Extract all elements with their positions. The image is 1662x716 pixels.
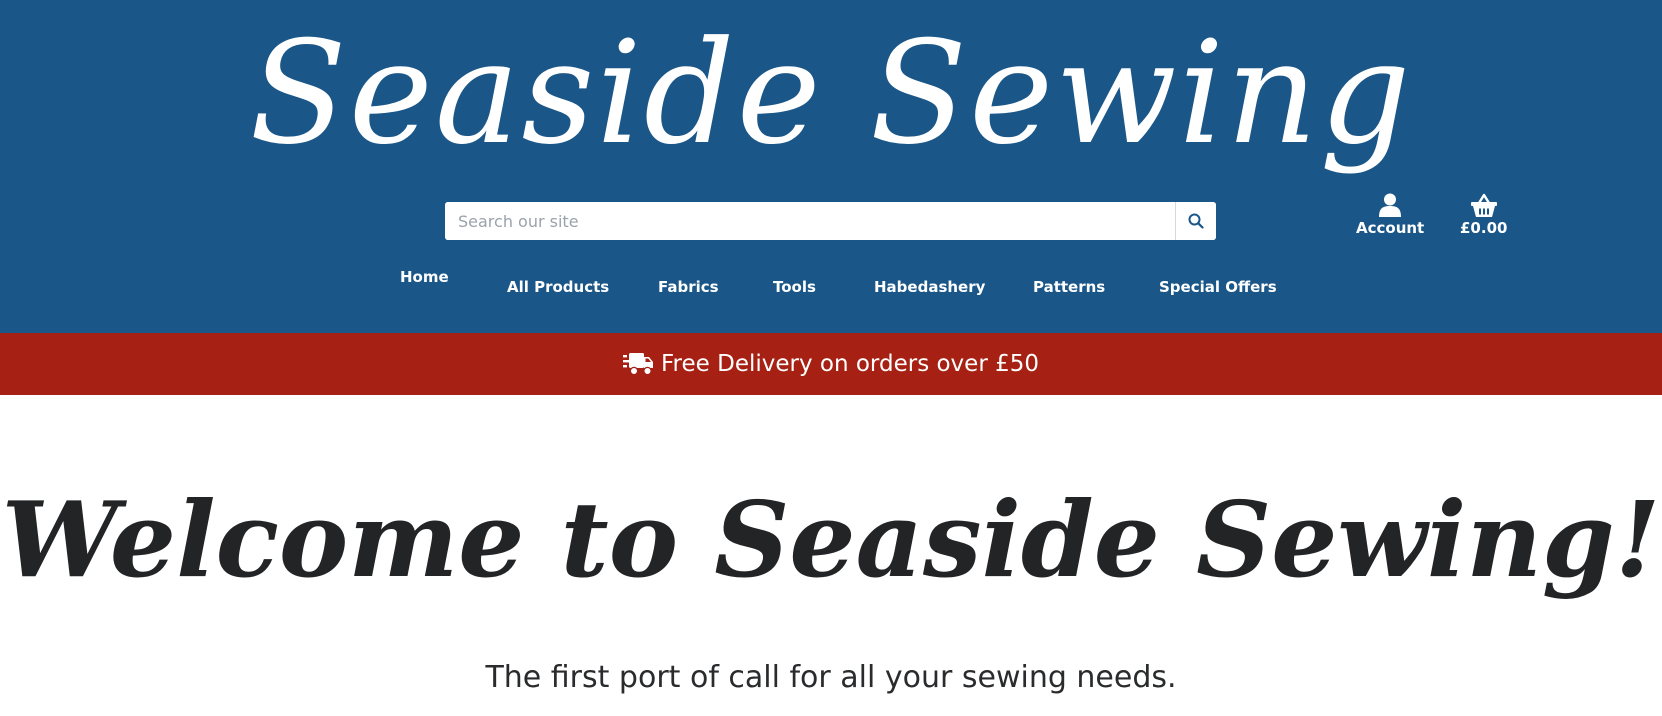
welcome-tagline: The first port of call for all your sewi… — [485, 660, 1177, 695]
user-icon — [1379, 193, 1402, 217]
site-logo-title[interactable]: Seaside Sewing — [0, 4, 1662, 184]
search-icon — [1188, 213, 1204, 229]
delivery-truck-icon — [623, 353, 653, 376]
account-label: Account — [1356, 219, 1425, 237]
nav-item-all-products[interactable]: All Products — [507, 278, 609, 296]
nav-item-patterns[interactable]: Patterns — [1033, 278, 1105, 296]
account-link[interactable]: Account — [1356, 193, 1424, 237]
nav-item-home[interactable]: Home — [400, 268, 449, 286]
search-input[interactable] — [445, 202, 1175, 240]
site-header: Seaside Sewing Account £0.00 Home All Pr… — [0, 0, 1662, 333]
welcome-heading: Welcome to Seaside Sewing! — [1, 478, 1661, 601]
basket-link[interactable]: £0.00 — [1460, 193, 1507, 237]
search-bar — [445, 202, 1216, 240]
nav-item-habedashery[interactable]: Habedashery — [874, 278, 985, 296]
nav-item-fabrics[interactable]: Fabrics — [658, 278, 719, 296]
basket-total: £0.00 — [1460, 219, 1508, 237]
nav-item-special-offers[interactable]: Special Offers — [1159, 278, 1277, 296]
search-button[interactable] — [1175, 202, 1216, 240]
basket-icon — [1470, 193, 1497, 217]
free-delivery-banner: Free Delivery on orders over £50 — [0, 333, 1662, 395]
nav-item-tools[interactable]: Tools — [773, 278, 816, 296]
free-delivery-text: Free Delivery on orders over £50 — [661, 351, 1039, 377]
